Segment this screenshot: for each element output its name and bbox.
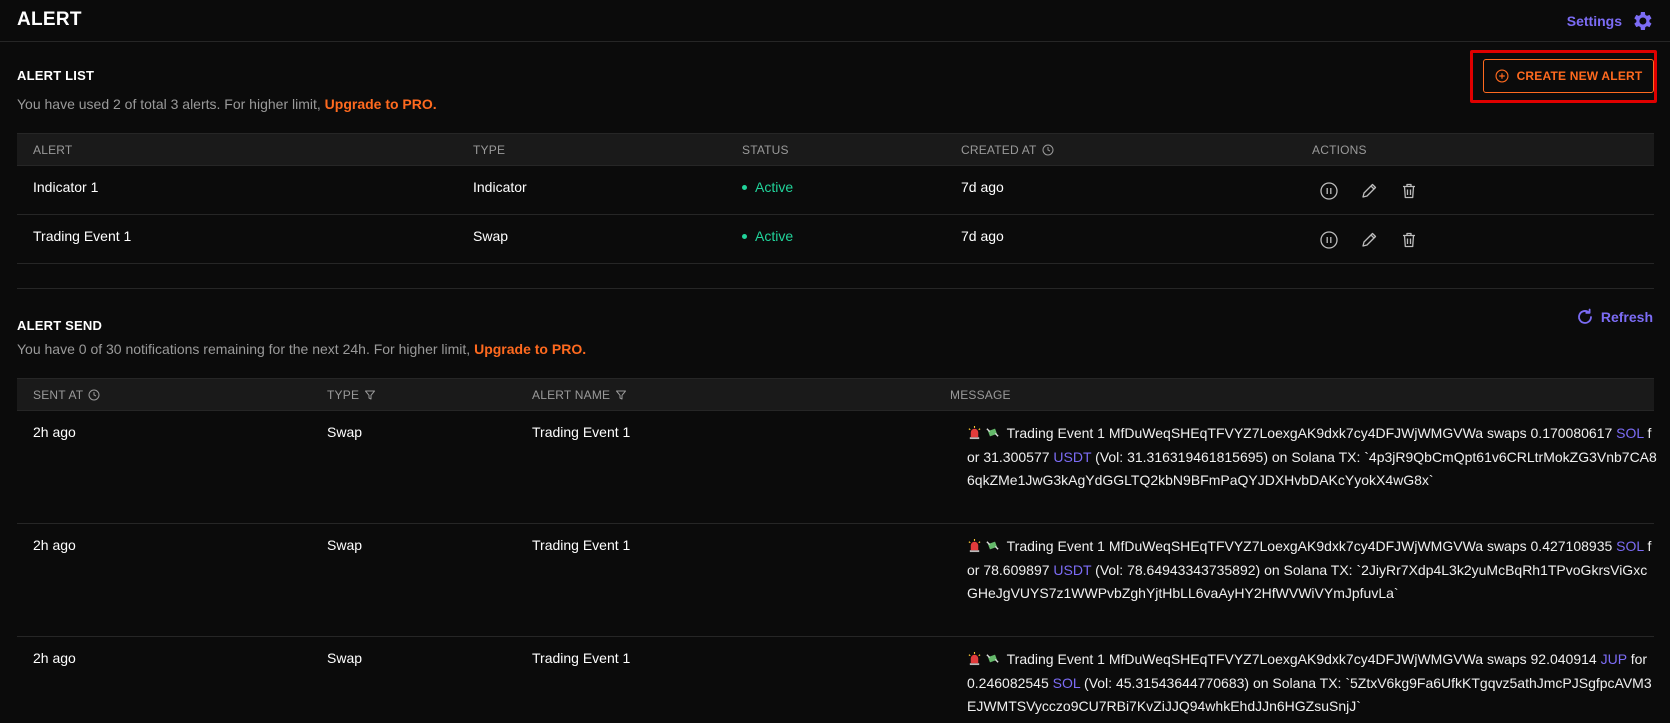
message-part: Trading Event 1 MfDuWeqSHEqTFVYZ7LoexgAK…	[1006, 651, 1597, 667]
filter-icon	[365, 390, 376, 400]
money-wings-icon	[986, 428, 999, 437]
siren-icon	[968, 425, 981, 440]
alert-send-usage-text: You have 0 of 30 notifications remaining…	[17, 341, 471, 357]
col-alert: ALERT	[33, 143, 73, 157]
status-dot	[742, 184, 747, 190]
status-label: Active	[755, 179, 794, 195]
col-created-at-label: CREATED AT	[961, 143, 1037, 157]
gear-icon	[1634, 12, 1652, 30]
send-type: Swap	[327, 537, 363, 553]
filter-icon	[616, 390, 627, 400]
create-new-alert-label: CREATE NEW ALERT	[1516, 69, 1643, 83]
alert-list-usage: You have used 2 of total 3 alerts. For h…	[17, 96, 437, 112]
col-type-label: TYPE	[327, 388, 360, 402]
clock-icon	[1042, 144, 1054, 156]
money-wings-icon	[986, 541, 999, 550]
status-label: Active	[755, 228, 794, 244]
status-badge: Active	[742, 228, 793, 244]
token-symbol: SOL	[1052, 674, 1081, 691]
token-symbol: JUP	[1600, 651, 1627, 667]
siren-icon	[968, 651, 981, 666]
row-actions	[1319, 181, 1419, 201]
col-alert-name-label: ALERT NAME	[532, 388, 611, 402]
top-bar: ALERT Settings	[0, 0, 1670, 42]
alert-row: Trading Event 1 Swap Active 7d ago	[17, 215, 1654, 264]
alert-list-title: ALERT LIST	[17, 68, 95, 83]
create-new-alert-button[interactable]: CREATE NEW ALERT	[1483, 59, 1654, 93]
refresh-button[interactable]: Refresh	[1575, 307, 1653, 327]
alert-send-table-header: SENT AT TYPE ALERT NAME MESSAGE	[17, 378, 1654, 411]
refresh-label: Refresh	[1600, 309, 1653, 325]
send-row: 2h ago Swap Trading Event 1 Trading Even…	[17, 411, 1657, 524]
clock-icon	[88, 389, 100, 401]
alert-send-title: ALERT SEND	[17, 318, 103, 333]
col-type: TYPE	[473, 143, 506, 157]
send-type: Swap	[327, 650, 363, 666]
alert-name: Indicator 1	[33, 179, 99, 195]
alert-table-header: ALERT TYPE STATUS CREATED AT ACTIONS	[17, 133, 1654, 166]
page-title: ALERT	[17, 9, 82, 30]
send-alert-name: Trading Event 1	[532, 424, 631, 440]
pause-icon[interactable]	[1319, 181, 1339, 201]
upgrade-link[interactable]: Upgrade to PRO.	[474, 341, 586, 357]
alert-type: Indicator	[473, 179, 527, 195]
send-type: Swap	[327, 424, 363, 440]
message-part: Trading Event 1 MfDuWeqSHEqTFVYZ7LoexgAK…	[1006, 538, 1613, 554]
alert-send-usage: You have 0 of 30 notifications remaining…	[17, 341, 586, 357]
token-symbol: USDT	[1053, 448, 1092, 465]
message-text: Trading Event 1 MfDuWeqSHEqTFVYZ7LoexgAK…	[967, 422, 1657, 493]
send-alert-name: Trading Event 1	[532, 537, 631, 553]
alert-usage-text: You have used 2 of total 3 alerts. For h…	[17, 96, 321, 112]
col-sent-at-label: SENT AT	[33, 388, 84, 402]
trash-icon[interactable]	[1399, 230, 1419, 250]
send-row: 2h ago Swap Trading Event 1 Trading Even…	[17, 524, 1654, 637]
token-symbol: SOL	[1616, 538, 1644, 554]
edit-icon[interactable]	[1359, 230, 1379, 250]
col-actions: ACTIONS	[1312, 143, 1367, 157]
col-alert-name-filter[interactable]: ALERT NAME	[532, 388, 627, 402]
settings-button[interactable]: Settings	[1567, 9, 1654, 33]
plus-circle-icon	[1495, 69, 1509, 83]
sent-at: 2h ago	[33, 424, 76, 440]
col-type-filter[interactable]: TYPE	[327, 388, 376, 402]
col-sent-at[interactable]: SENT AT	[33, 388, 100, 402]
alert-type: Swap	[473, 228, 509, 244]
col-created-at[interactable]: CREATED AT	[961, 143, 1054, 157]
sent-at: 2h ago	[33, 537, 76, 553]
col-status: STATUS	[742, 143, 789, 157]
created-at: 7d ago	[961, 228, 1004, 244]
alert-name: Trading Event 1	[33, 228, 132, 244]
status-badge: Active	[742, 179, 793, 195]
created-at: 7d ago	[961, 179, 1004, 195]
send-alert-name: Trading Event 1	[532, 650, 631, 666]
section-divider	[17, 288, 1654, 289]
message-text: Trading Event 1 MfDuWeqSHEqTFVYZ7LoexgAK…	[967, 648, 1657, 719]
siren-icon	[968, 538, 981, 553]
money-wings-icon	[986, 654, 999, 663]
col-message: MESSAGE	[950, 388, 1011, 402]
settings-label: Settings	[1566, 13, 1622, 29]
token-symbol: USDT	[1053, 561, 1092, 578]
row-actions	[1319, 230, 1419, 250]
trash-icon[interactable]	[1399, 181, 1419, 201]
send-row: 2h ago Swap Trading Event 1 Trading Even…	[17, 637, 1654, 723]
pause-icon[interactable]	[1319, 230, 1339, 250]
message-text: Trading Event 1 MfDuWeqSHEqTFVYZ7LoexgAK…	[967, 535, 1657, 606]
edit-icon[interactable]	[1359, 181, 1379, 201]
message-part: Trading Event 1 MfDuWeqSHEqTFVYZ7LoexgAK…	[1006, 425, 1613, 441]
sent-at: 2h ago	[33, 650, 76, 666]
alert-row: Indicator 1 Indicator Active 7d ago	[17, 166, 1654, 215]
refresh-icon	[1577, 308, 1592, 324]
token-symbol: SOL	[1616, 425, 1644, 441]
status-dot	[742, 233, 747, 239]
upgrade-link[interactable]: Upgrade to PRO.	[325, 96, 437, 112]
